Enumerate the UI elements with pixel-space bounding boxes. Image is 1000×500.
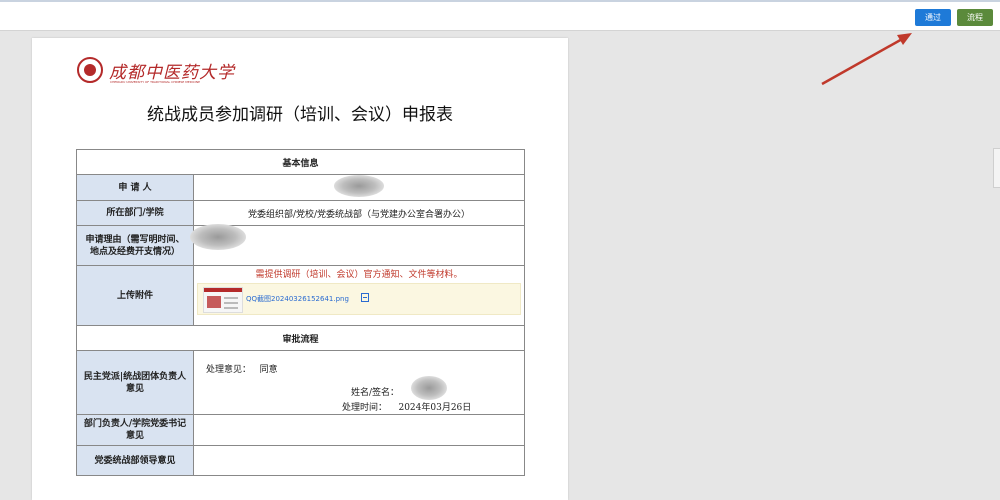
attachment-cell: 需提供调研（培训、会议）官方通知、文件等材料。 QQ截图202403261526… (192, 265, 526, 326)
sign-label: 姓名/签名： (351, 388, 400, 398)
reason-label: 申请理由（需写明时间、地点及经费开支情况） (76, 225, 194, 266)
opinion-value: 同意 (259, 365, 278, 375)
dept-head-opinion (192, 414, 526, 446)
redacted-reason (190, 224, 246, 250)
file-preview-icon[interactable] (361, 293, 369, 302)
applicant-label: 申 请 人 (76, 174, 194, 201)
university-subtitle: CHENGDU UNIVERSITY OF TRADITIONAL CHINES… (110, 80, 201, 84)
attachment-notice: 需提供调研（培训、会议）官方通知、文件等材料。 (255, 270, 463, 280)
redacted-signature (411, 376, 447, 400)
attachment-item[interactable]: QQ截图20240326152641.png (197, 283, 522, 315)
dept-head-label: 部门负责人/学院党委书记意见 (76, 414, 194, 446)
section-basic-info: 基本信息 (75, 149, 526, 175)
applicant-value (192, 174, 526, 201)
party-leader-opinion: 处理意见： 同意 姓名/签名： 处理时间： 2024年03月26日 (192, 350, 526, 415)
attachment-filename[interactable]: QQ截图20240326152641.png (246, 294, 349, 304)
opinion-line: 处理意见： 同意 (206, 362, 278, 375)
party-leader-label: 民主党派|统战团体负责人意见 (76, 350, 194, 415)
process-time-line: 处理时间： 2024年03月26日 (342, 400, 471, 413)
department-value: 党委组织部/党校/党委统战部（与党建办公室合署办公） (192, 200, 526, 226)
attachment-label: 上传附件 (76, 265, 194, 326)
redacted-applicant (334, 175, 384, 197)
section-approval: 审批流程 (75, 325, 526, 351)
university-seal-icon (77, 57, 103, 83)
signature-line: 姓名/签名： (351, 376, 447, 400)
time-value: 2024年03月26日 (398, 403, 472, 413)
application-form-table: 基本信息 申 请 人 所在部门/学院 党委组织部/党校/党委统战部（与党建办公室… (75, 149, 526, 476)
department-label: 所在部门/学院 (76, 200, 194, 226)
united-front-label: 党委统战部领导意见 (76, 445, 194, 476)
side-panel-tab[interactable] (993, 148, 1000, 188)
university-logo: 成都中医药大学 CHENGDU UNIVERSITY OF TRADITIONA… (77, 55, 237, 91)
form-title: 统战成员参加调研（培训、会议）申报表 (147, 105, 453, 125)
opinion-prefix: 处理意见： (206, 365, 252, 375)
united-front-opinion (192, 445, 526, 476)
attachment-thumbnail[interactable] (203, 287, 243, 313)
time-label: 处理时间： (342, 403, 388, 413)
reason-value (190, 224, 526, 266)
